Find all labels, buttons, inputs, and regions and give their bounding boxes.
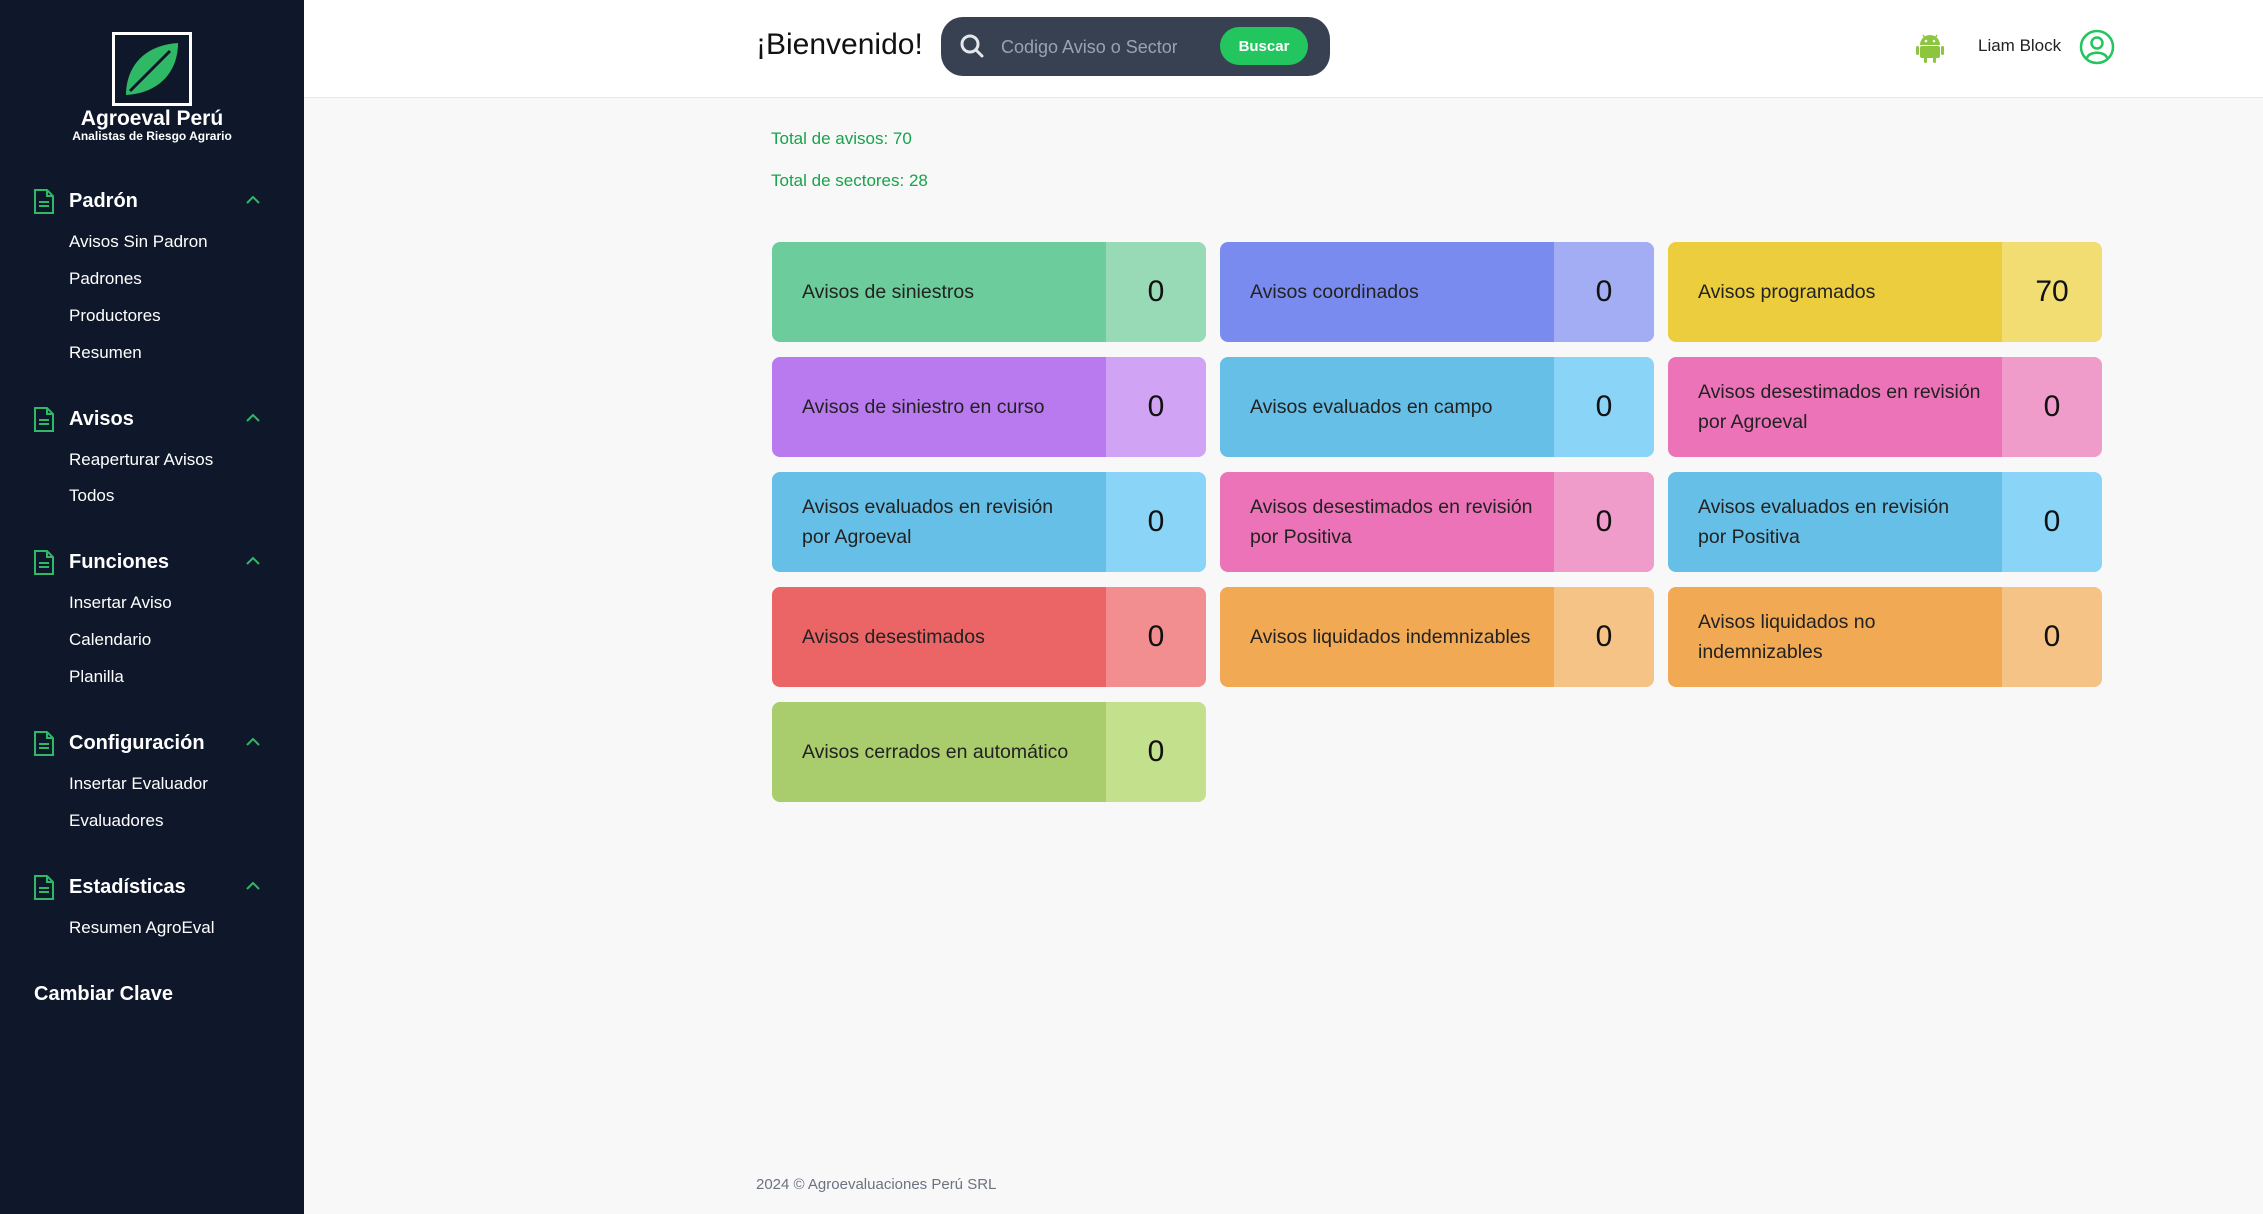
search-button[interactable]: Buscar [1220, 27, 1308, 65]
status-card[interactable]: Avisos cerrados en automático 0 [772, 702, 1206, 802]
sidebar-item-planilla[interactable]: Planilla [69, 667, 124, 687]
sidebar-item-todos[interactable]: Todos [69, 486, 114, 506]
sidebar-item-insertar-evaluador[interactable]: Insertar Evaluador [69, 774, 208, 794]
status-card-count: 0 [1106, 702, 1206, 802]
status-card[interactable]: Avisos evaluados en campo 0 [1220, 357, 1654, 457]
sidebar-section-title: Padrón [69, 190, 138, 212]
sidebar-section-title: Avisos [69, 408, 134, 430]
sidebar-item-productores[interactable]: Productores [69, 306, 161, 326]
document-icon [34, 407, 54, 432]
chevron-up-icon [246, 413, 260, 422]
status-card-label: Avisos liquidados no indemnizables [1668, 587, 2002, 687]
status-card-count: 0 [1106, 587, 1206, 687]
status-card-count: 0 [1106, 472, 1206, 572]
sidebar-section-title: Funciones [69, 551, 170, 573]
sidebar-item-resumen[interactable]: Resumen [69, 343, 142, 363]
sidebar-item-reaperturar-avisos[interactable]: Reaperturar Avisos [69, 450, 213, 470]
leaf-logo-icon [112, 32, 192, 106]
status-card-label: Avisos evaluados en revisión por Positiv… [1668, 472, 2002, 572]
status-card[interactable]: Avisos programados 70 [1668, 242, 2102, 342]
status-card-label: Avisos desestimados en revisión por Posi… [1220, 472, 1554, 572]
chevron-up-icon [246, 737, 260, 746]
status-card-label: Avisos liquidados indemnizables [1220, 587, 1554, 687]
search-icon [960, 34, 984, 58]
cambiar-clave-link[interactable]: Cambiar Clave [34, 983, 173, 1006]
status-card[interactable]: Avisos liquidados indemnizables 0 [1220, 587, 1654, 687]
status-card-label: Avisos evaluados en revisión por Agroeva… [772, 472, 1106, 572]
status-card-count: 0 [2002, 357, 2102, 457]
status-card[interactable]: Avisos coordinados 0 [1220, 242, 1654, 342]
sidebar-item-evaluadores[interactable]: Evaluadores [69, 811, 164, 831]
user-profile-icon[interactable] [2079, 29, 2115, 65]
user-name: Liam Block [1978, 36, 2062, 55]
status-card[interactable]: Avisos desestimados en revisión por Agro… [1668, 357, 2102, 457]
document-icon [34, 550, 54, 575]
status-card[interactable]: Avisos evaluados en revisión por Positiv… [1668, 472, 2102, 572]
brand-name: Agroeval Perú [80, 107, 224, 130]
status-card[interactable]: Avisos de siniestros 0 [772, 242, 1206, 342]
footer-copyright: 2024 © Agroevaluaciones Perú SRL [756, 1176, 997, 1193]
status-card-count: 0 [2002, 472, 2102, 572]
total-avisos: Total de avisos: 70 [771, 129, 912, 148]
status-card-label: Avisos de siniestro en curso [772, 357, 1106, 457]
sidebar-item-insertar-aviso[interactable]: Insertar Aviso [69, 593, 172, 613]
welcome-title: ¡Bienvenido! [756, 28, 923, 61]
sidebar-item-calendario[interactable]: Calendario [69, 630, 151, 650]
status-card-count: 0 [1554, 357, 1654, 457]
status-card[interactable]: Avisos evaluados en revisión por Agroeva… [772, 472, 1206, 572]
status-card[interactable]: Avisos de siniestro en curso 0 [772, 357, 1206, 457]
top-header: ¡Bienvenido! Buscar Liam Block [304, 0, 2263, 98]
status-card-count: 0 [2002, 587, 2102, 687]
status-card-label: Avisos coordinados [1220, 242, 1554, 342]
sidebar-item-avisos-sin-padron[interactable]: Avisos Sin Padron [69, 232, 208, 252]
sidebar-section-estadisticas-toggle[interactable]: Estadísticas [0, 870, 304, 906]
status-card-label: Avisos evaluados en campo [1220, 357, 1554, 457]
search-bar: Buscar [941, 17, 1330, 76]
status-card-count: 0 [1554, 242, 1654, 342]
search-input[interactable] [1001, 33, 1177, 61]
status-card-label: Avisos programados [1668, 242, 2002, 342]
status-card-count: 0 [1106, 242, 1206, 342]
document-icon [34, 189, 54, 214]
status-card-count: 70 [2002, 242, 2102, 342]
status-card[interactable]: Avisos desestimados en revisión por Posi… [1220, 472, 1654, 572]
chevron-up-icon [246, 195, 260, 204]
status-card-label: Avisos de siniestros [772, 242, 1106, 342]
status-card-label: Avisos desestimados [772, 587, 1106, 687]
brand-logo[interactable]: Agroeval Perú Analistas de Riesgo Agrari… [62, 32, 242, 143]
sidebar-item-padrones[interactable]: Padrones [69, 269, 142, 289]
chevron-up-icon [246, 556, 260, 565]
status-card[interactable]: Avisos desestimados 0 [772, 587, 1206, 687]
total-sectores: Total de sectores: 28 [771, 171, 928, 190]
sidebar-section-title: Configuración [69, 732, 205, 754]
brand-tagline: Analistas de Riesgo Agrario [72, 129, 232, 143]
sidebar: Agroeval Perú Analistas de Riesgo Agrari… [0, 0, 304, 1214]
status-card-count: 0 [1554, 472, 1654, 572]
status-card-count: 0 [1554, 587, 1654, 687]
sidebar-section-title: Estadísticas [69, 876, 186, 898]
status-card-label: Avisos cerrados en automático [772, 702, 1106, 802]
sidebar-section-funciones-toggle[interactable]: Funciones [0, 545, 304, 581]
status-card[interactable]: Avisos liquidados no indemnizables 0 [1668, 587, 2102, 687]
sidebar-section-avisos-toggle[interactable]: Avisos [0, 402, 304, 438]
sidebar-section-configuracion-toggle[interactable]: Configuración [0, 726, 304, 762]
document-icon [34, 731, 54, 756]
android-icon[interactable] [1916, 33, 1944, 63]
status-card-label: Avisos desestimados en revisión por Agro… [1668, 357, 2002, 457]
chevron-up-icon [246, 881, 260, 890]
document-icon [34, 875, 54, 900]
status-card-count: 0 [1106, 357, 1206, 457]
sidebar-section-padron-toggle[interactable]: Padrón [0, 184, 304, 220]
sidebar-item-resumen-agroeval[interactable]: Resumen AgroEval [69, 918, 215, 938]
